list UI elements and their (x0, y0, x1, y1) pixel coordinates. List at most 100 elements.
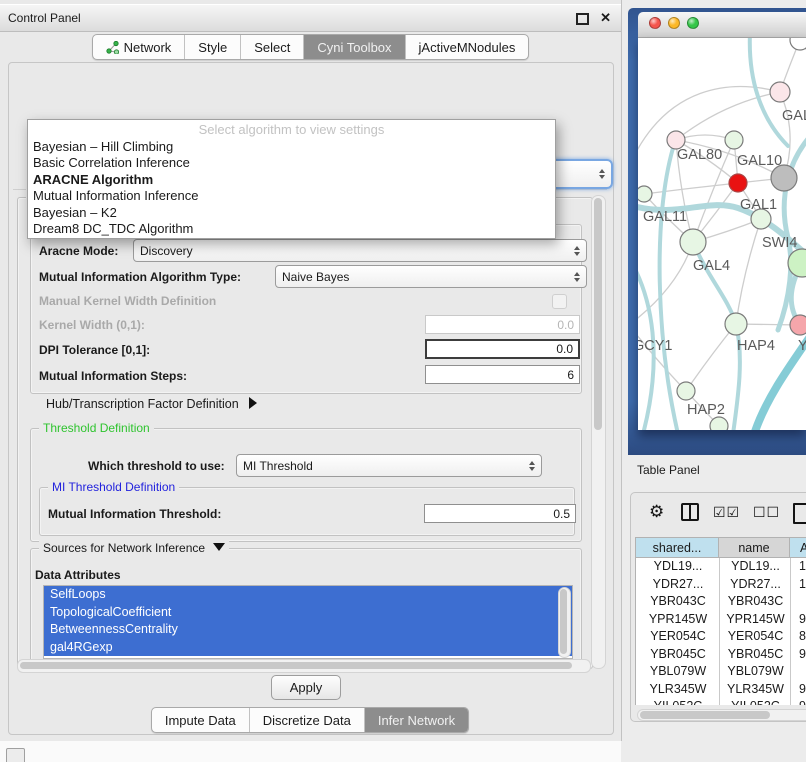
settings-scrollbar-thumb[interactable] (594, 198, 602, 430)
network-edge (736, 219, 761, 324)
attribute-item-topologicalcoefficient[interactable]: TopologicalCoefficient (44, 604, 572, 622)
cyni-algorithm-settings-group: Cyni Algorithm Settings Algorithm Defini… (17, 197, 593, 669)
kernel-width-field[interactable]: 0.0 (425, 315, 580, 334)
table-cell: YBR045C (720, 646, 791, 664)
settings-hscrollbar-thumb[interactable] (20, 662, 572, 669)
tab-select[interactable]: Select (240, 35, 303, 59)
table-row[interactable]: YBR045CYBR045C9. (636, 646, 806, 664)
table-cell: 12 (791, 576, 806, 594)
algorithm-option-mutual-information-inference[interactable]: Mutual Information Inference (28, 188, 555, 204)
mi-threshold-field[interactable]: 0.5 (424, 504, 576, 523)
tab-label: jActiveMNodules (419, 40, 516, 55)
network-node-y[interactable] (790, 315, 806, 335)
unchecked-columns-icon[interactable]: ☐☐ (753, 503, 780, 521)
split-columns-icon[interactable] (681, 503, 699, 521)
table-cell: YBL079W (636, 663, 720, 681)
aracne-mode-combo[interactable]: Discovery (133, 239, 587, 262)
tab-label: Discretize Data (263, 713, 351, 728)
table-row[interactable]: YBR043CYBR043C (636, 593, 806, 611)
gear-icon[interactable]: ⚙ (649, 503, 664, 521)
network-icon (106, 41, 119, 54)
close-icon[interactable]: ✕ (600, 10, 611, 26)
table-row[interactable]: YER054CYER054C8. (636, 628, 806, 646)
table-cell: YPR145W (636, 611, 720, 629)
control-panel-tabbar: NetworkStyleSelect Cyni Toolbox jActiveMNo… (0, 34, 621, 60)
network-edge (800, 40, 806, 118)
network-node[interactable] (725, 131, 743, 149)
apply-button[interactable]: Apply (271, 675, 341, 700)
dpi-tolerance-field[interactable]: 0.0 (425, 339, 580, 359)
table-body[interactable]: YDL19...YDL19...13YDR27...YDR27...12YBR0… (635, 558, 806, 705)
column-header-a[interactable]: A (790, 537, 806, 558)
combo-arrows-icon (529, 461, 535, 471)
list-scrollbar[interactable] (558, 587, 571, 658)
tab-jactivemnodules[interactable]: jActiveMNodules (405, 35, 529, 59)
sources-group: Sources for Network Inference Data Attri… (30, 548, 582, 668)
control-panel: Control Panel ✕ NetworkStyleSelectCyni T… (0, 0, 622, 741)
node-label-gcy1: GCY1 (638, 338, 673, 354)
table-row[interactable]: YBL079WYBL079W (636, 663, 806, 681)
close-traffic-light[interactable] (649, 17, 661, 29)
network-edge (638, 242, 693, 325)
mi-algorithm-type-combo[interactable]: Naive Bayes (275, 265, 587, 288)
network-node-gal11[interactable] (638, 186, 652, 202)
table-row[interactable]: YDL19...YDL19...13 (636, 558, 806, 576)
network-window-titlebar[interactable] (638, 12, 806, 38)
network-node[interactable] (790, 38, 806, 50)
application-window: Control Panel ✕ NetworkStyleSelectCyni T… (0, 0, 806, 762)
checked-columns-icon[interactable]: ☑☑ (713, 503, 740, 521)
settings-scrollbar[interactable] (591, 195, 606, 669)
column-header-shared[interactable]: shared... (635, 537, 719, 558)
which-threshold-combo[interactable]: MI Threshold (236, 454, 542, 477)
kernel-width-label: Kernel Width (0,1): (39, 315, 145, 335)
table-row[interactable]: YLR345WYLR345W9. (636, 681, 806, 699)
mi-steps-field[interactable]: 6 (425, 365, 580, 384)
network-node-gal[interactable] (770, 82, 790, 102)
mi-threshold-definition-group: MI Threshold Definition Mutual Informati… (39, 487, 575, 536)
tab-network[interactable]: Network (93, 35, 185, 59)
algorithm-option-basic-correlation-inference[interactable]: Basic Correlation Inference (28, 155, 555, 171)
network-canvas[interactable]: GALGAL80GAL10GAL11GAL1SWI4GAL4GCY1HAP4YH… (638, 38, 806, 430)
attribute-item-betweennesscentrality[interactable]: BetweennessCentrality (44, 621, 572, 639)
column-header-name[interactable]: name (719, 537, 790, 558)
algorithm-option-dream8-dc-tdc-algorithm[interactable]: Dream8 DC_TDC Algorithm (28, 221, 555, 237)
hub-definition-toggle[interactable]: Hub/Transcription Factor Definition (46, 394, 257, 414)
attribute-item-selfloops[interactable]: SelfLoops (44, 586, 572, 604)
node-label-gal: GAL (782, 108, 806, 124)
algorithm-option-bayesian-k2[interactable]: Bayesian – K2 (28, 205, 555, 221)
collapsed-panel-button[interactable] (6, 748, 25, 762)
table-row[interactable]: YDR27...YDR27...12 (636, 576, 806, 594)
algorithm-option-aracne-algorithm[interactable]: ARACNE Algorithm (28, 172, 555, 188)
algorithm-option-bayesian-hill-climbing[interactable]: Bayesian – Hill Climbing (28, 139, 555, 155)
table-row[interactable]: YPR145WYPR145W9. (636, 611, 806, 629)
combo-arrows-icon (574, 246, 580, 256)
tab-cyni-toolbox[interactable]: Cyni Toolbox (303, 35, 404, 59)
network-node-hap2[interactable] (677, 382, 695, 400)
attribute-item-gal4rgexp[interactable]: gal4RGexp (44, 639, 572, 657)
table-row[interactable]: YIL052CYIL052C9 (636, 698, 806, 705)
network-node-gal4[interactable] (680, 229, 706, 255)
tab-style[interactable]: Style (184, 35, 240, 59)
table-cell: YDR27... (720, 576, 791, 594)
table-cell: YDL19... (720, 558, 791, 576)
network-node[interactable] (710, 417, 728, 430)
tab-label: Cyni Toolbox (317, 40, 391, 55)
aracne-mode-label: Aracne Mode: (39, 241, 118, 261)
network-node-hap4[interactable] (725, 313, 747, 335)
which-threshold-label: Which threshold to use: (88, 456, 225, 476)
network-node[interactable] (729, 174, 747, 192)
data-attributes-list[interactable]: SelfLoopsTopologicalCoefficientBetweenne… (43, 585, 573, 659)
table-hscrollbar-thumb[interactable] (640, 711, 770, 719)
bottom-tab-discretize-data[interactable]: Discretize Data (249, 708, 364, 732)
manual-kernel-width-checkbox[interactable] (552, 294, 567, 309)
sources-title[interactable]: Sources for Network Inference (39, 540, 229, 556)
minimize-traffic-light[interactable] (668, 17, 680, 29)
expand-right-icon (249, 397, 257, 409)
table-hscrollbar[interactable] (637, 709, 806, 721)
float-window-icon[interactable] (576, 13, 589, 25)
zoom-traffic-light[interactable] (687, 17, 699, 29)
bottom-tab-infer-network[interactable]: Infer Network (364, 708, 468, 732)
bottom-tab-impute-data[interactable]: Impute Data (152, 708, 249, 732)
settings-hscrollbar[interactable] (17, 659, 591, 673)
document-icon[interactable] (793, 503, 806, 524)
